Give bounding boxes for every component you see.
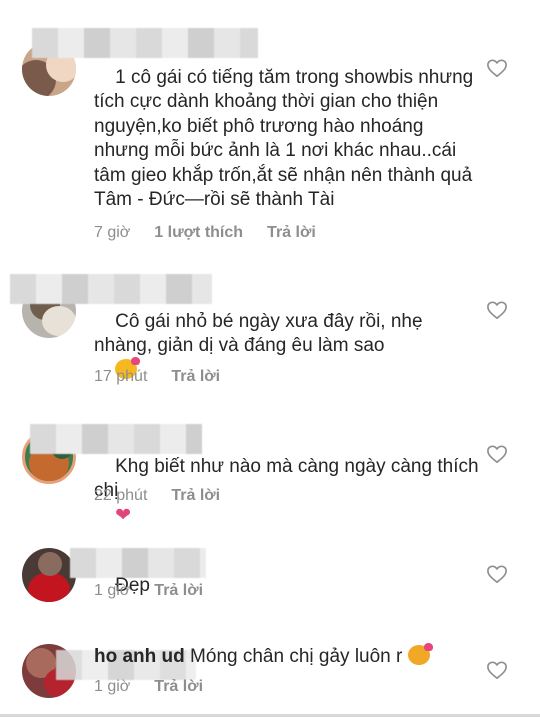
username-partial[interactable]: ho anh ud [94, 646, 185, 667]
comment-text-content: Cô gái nhỏ bé ngày xưa đây rồi, nhẹ nhàn… [94, 310, 428, 357]
pink-heart-emoji: ❤ [115, 504, 132, 526]
comment-meta: 1 giờ Trả lời [94, 678, 227, 696]
comment-text: 1 cô gái có tiếng tăm trong showbis nhưn… [94, 41, 480, 237]
comment-meta: 1 giờ Trả lời [94, 582, 227, 600]
heart-outline-icon[interactable] [486, 660, 508, 680]
heart-outline-icon[interactable] [486, 58, 508, 78]
comment-text-content: Móng chân chị gảy luôn r [190, 646, 403, 667]
reply-button[interactable]: Trả lời [171, 487, 220, 505]
comment-time: 1 giờ [94, 678, 131, 695]
comment-text: Cô gái nhỏ bé ngày xưa đây rồi, nhẹ nhàn… [94, 285, 480, 408]
reply-button[interactable]: Trả lời [171, 368, 220, 386]
comment-time: 1 giờ [94, 582, 131, 599]
comment-time: 22 phút [94, 487, 148, 504]
comment-text: ho anh ud Móng chân chị gảy luôn r [94, 643, 480, 670]
avatar[interactable] [22, 548, 76, 602]
reply-button[interactable]: Trả lời [154, 678, 203, 696]
like-count-link[interactable]: 1 lượt thích [154, 224, 243, 242]
comment-time: 17 phút [94, 368, 148, 385]
comment-text-content: 1 cô gái có tiếng tăm trong showbis nhưn… [94, 66, 479, 211]
comment-meta: 22 phút Trả lời [94, 487, 244, 505]
reply-button[interactable]: Trả lời [154, 582, 203, 600]
laughing-emoji [407, 643, 433, 665]
comment-meta: 17 phút Trả lời [94, 368, 244, 386]
comment-meta: 7 giờ 1 lượt thích Trả lời [94, 224, 340, 242]
comment-time: 7 giờ [94, 224, 131, 241]
heart-outline-icon[interactable] [486, 300, 508, 320]
reply-button[interactable]: Trả lời [267, 224, 316, 242]
heart-outline-icon[interactable] [486, 444, 508, 464]
heart-outline-icon[interactable] [486, 564, 508, 584]
